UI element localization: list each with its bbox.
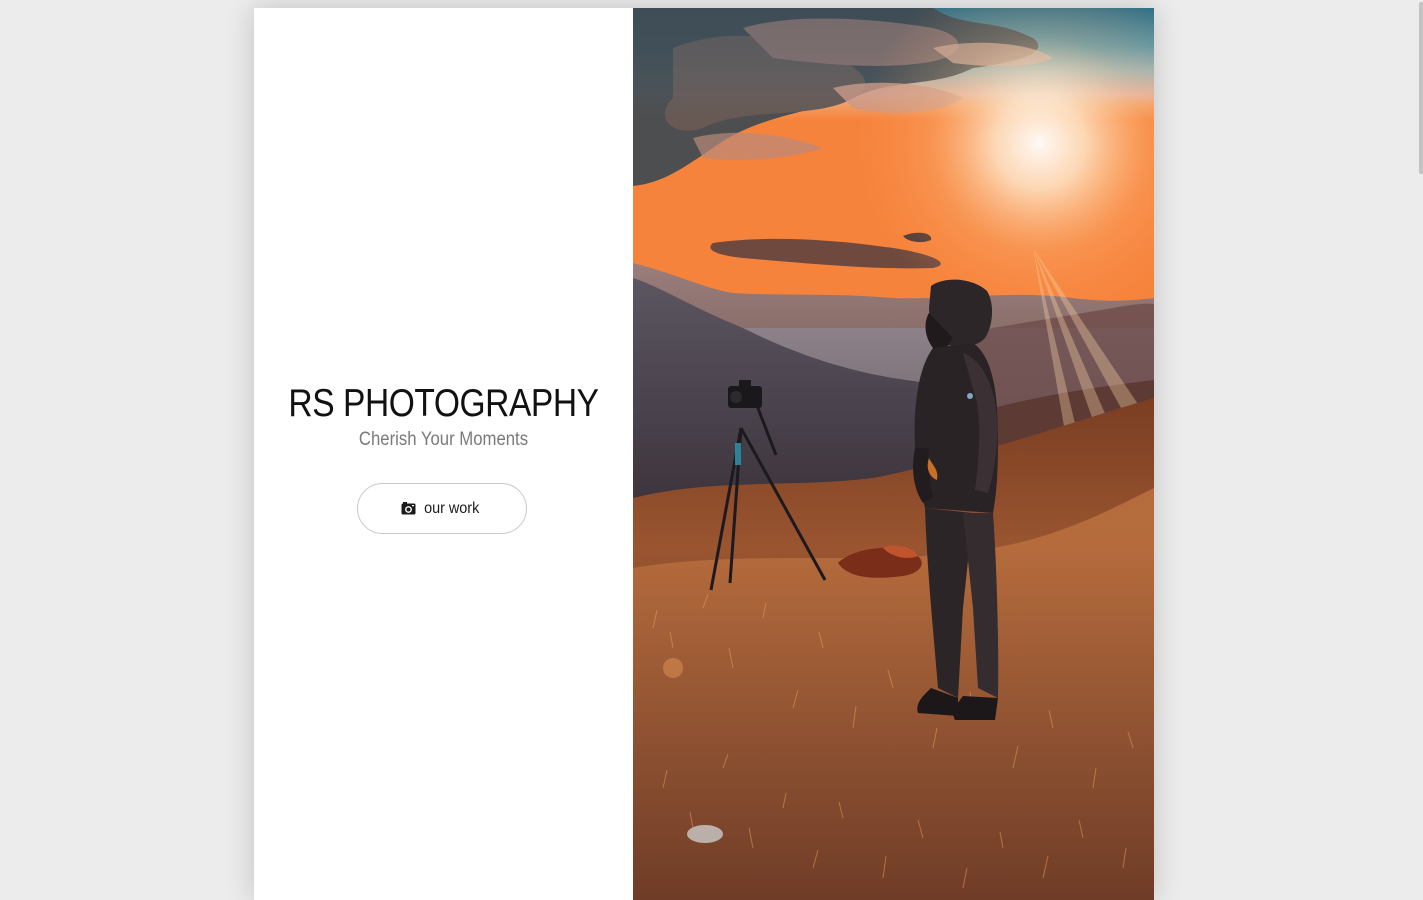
hero-photo <box>633 8 1154 900</box>
brand-tagline: Cherish Your Moments <box>358 429 529 450</box>
hero-card: RS PHOTOGRAPHY Cherish Your Moments our … <box>254 8 1154 900</box>
camera-icon <box>401 502 416 515</box>
hero-text-panel: RS PHOTOGRAPHY Cherish Your Moments our … <box>254 8 633 900</box>
brand-title: RS PHOTOGRAPHY <box>288 382 599 425</box>
our-work-label: our work <box>424 499 480 517</box>
our-work-button[interactable]: our work <box>357 483 527 534</box>
sunset-photographer-image <box>633 8 1154 900</box>
page-scrollbar[interactable] <box>1419 2 1423 174</box>
